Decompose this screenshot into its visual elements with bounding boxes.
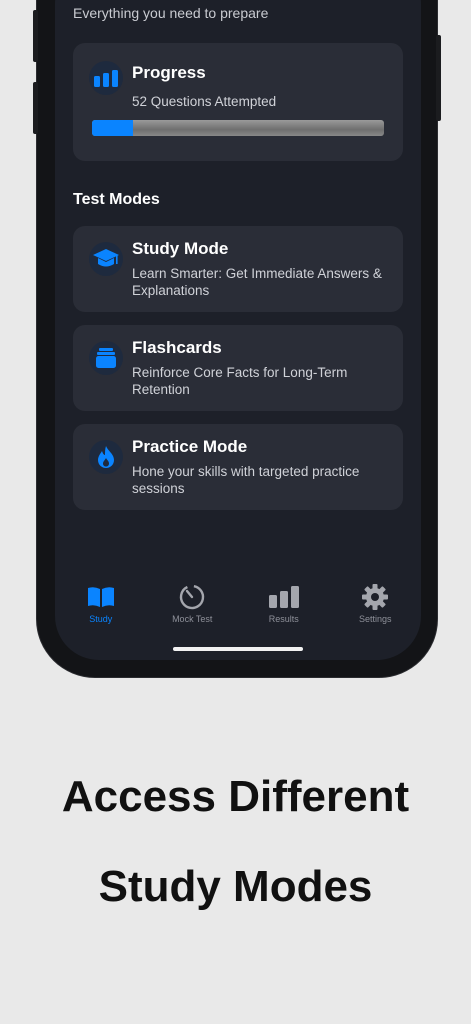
tab-label: Study <box>89 614 113 624</box>
progress-title: Progress <box>132 63 206 82</box>
progress-bar-fill <box>92 120 133 136</box>
promo-caption: Access Different Study Modes <box>0 752 471 932</box>
home-indicator[interactable] <box>173 647 303 651</box>
progress-card[interactable]: Progress 52 Questions Attempted <box>73 43 403 161</box>
phone-side-button-left-2 <box>33 82 38 134</box>
progress-bar <box>92 120 384 136</box>
mode-description: Reinforce Core Facts for Long-Term Reten… <box>132 365 348 397</box>
mode-card-study[interactable]: Study Mode Learn Smarter: Get Immediate … <box>73 226 403 312</box>
graduation-cap-icon <box>89 242 123 276</box>
flame-icon <box>89 440 123 474</box>
tab-bar: Study Mock Test Results Settings <box>55 582 421 642</box>
mode-title: Study Mode <box>132 239 229 258</box>
mode-description: Learn Smarter: Get Immediate Answers & E… <box>132 266 382 298</box>
progress-chart-icon <box>89 61 123 95</box>
mode-card-flashcards[interactable]: Flashcards Reinforce Core Facts for Long… <box>73 325 403 411</box>
phone-side-button-right <box>436 35 441 121</box>
timer-icon <box>178 582 206 612</box>
tab-mock-test[interactable]: Mock Test <box>147 582 239 642</box>
mode-title: Flashcards <box>132 338 222 357</box>
app-screen: Everything you need to prepare Progress … <box>55 0 421 660</box>
tab-label: Mock Test <box>172 614 213 624</box>
tab-study[interactable]: Study <box>55 582 147 642</box>
mode-description: Hone your skills with targeted practice … <box>132 464 360 496</box>
cards-stack-icon <box>89 341 123 375</box>
phone-side-button-left-1 <box>33 10 38 62</box>
tab-label: Settings <box>358 614 392 624</box>
tab-settings[interactable]: Settings <box>330 582 422 642</box>
promo-caption-line-1: Access Different <box>61 772 410 821</box>
mode-title: Practice Mode <box>132 437 248 456</box>
book-icon <box>86 582 116 612</box>
section-title-test-modes: Test Modes <box>73 191 160 208</box>
promo-caption-line-2: Study Modes <box>98 862 373 911</box>
gear-icon <box>361 582 389 612</box>
bar-chart-icon <box>268 582 300 612</box>
progress-detail: 52 Questions Attempted <box>132 94 277 109</box>
tab-results[interactable]: Results <box>238 582 330 642</box>
page-subtitle: Everything you need to prepare <box>73 5 269 21</box>
mode-card-practice[interactable]: Practice Mode Hone your skills with targ… <box>73 424 403 510</box>
tab-label: Results <box>268 614 299 624</box>
